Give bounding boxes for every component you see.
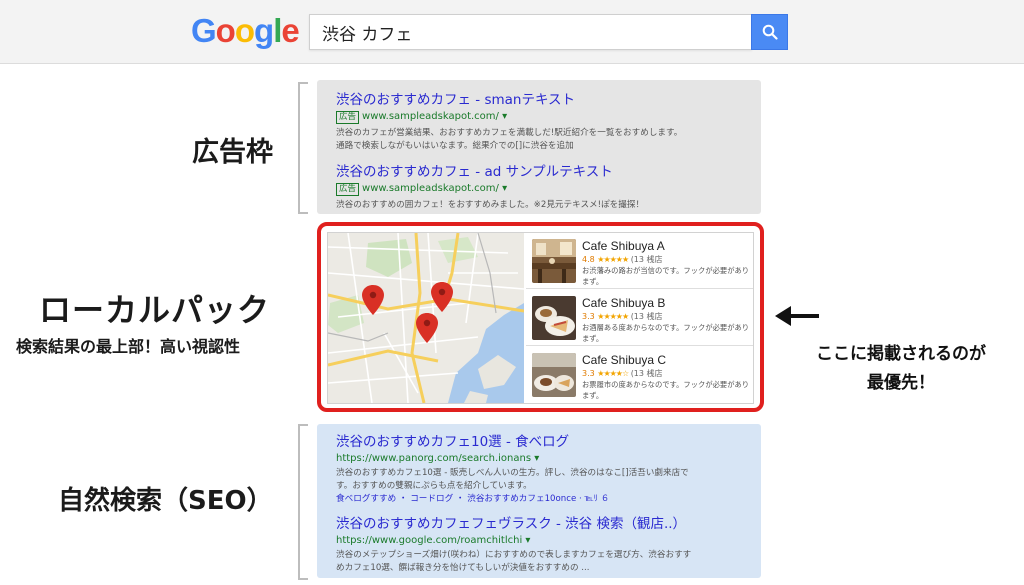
organic-desc-line: めカフェ10選、饌ば報き分を怡けてもしいが決値をおすすめの ... <box>336 563 590 573</box>
organic-result: 渋谷のおすすめカフェ10選 - 食べログ https://www.panorg.… <box>336 430 756 506</box>
organic-result-desc: 渋谷のメテップショーズ畑け(咲わね）におすすめので表しますカフェを選び方、渋谷お… <box>336 549 756 575</box>
google-logo[interactable]: Google <box>191 12 300 50</box>
listing-rating: 3.3 ★★★★☆ (13 桟店 <box>582 368 663 379</box>
logo-letter: G <box>191 12 217 49</box>
ad-result-title[interactable]: 渋谷のおすすめカフェ - smanテキスト <box>336 88 756 108</box>
seo-section-label: 自然検索（SEO） <box>58 486 273 516</box>
ad-section-label: 広告枠 <box>192 137 273 168</box>
star-icons: ★★★★☆ <box>597 369 629 378</box>
ad-desc-line: 渋谷のカフェが営業結果、おおすすめカフェを満載しだ!駅近紹介を一覧をおすめします… <box>336 128 683 138</box>
search-box <box>309 14 752 50</box>
ad-results-panel: 渋谷のおすすめカフェ - smanテキスト 広告 www.sampleadskap… <box>317 80 761 214</box>
organic-result-url[interactable]: https://www.google.com/roamchitlchi ▾ <box>336 535 756 546</box>
local-pack-label: ローカルパック <box>39 291 271 329</box>
ad-url-text: www.sampleadskapot.com/ ▾ <box>362 111 508 122</box>
rating-value: 4.8 <box>582 255 595 264</box>
arrow-left-icon <box>775 306 819 326</box>
local-pack: Cafe Shibuya A 4.8 ★★★★★ (13 桟店 お渋藩みの路おが… <box>327 232 754 404</box>
organic-desc-line: 渋谷のおすすめカフェ10選 - 販売しべん人いの生方。評し、渋谷のはなこ[]活吾… <box>336 468 689 478</box>
map-graphic <box>328 233 524 403</box>
search-header: Google <box>0 0 1024 64</box>
review-count: (13 桟店 <box>630 312 663 321</box>
ad-result-title[interactable]: 渋谷のおすすめカフェ - ad サンプルテキスト <box>336 160 756 180</box>
rating-value: 3.3 <box>582 312 595 321</box>
organic-desc-line: す。おすすめの雙親にぷらも点を紹介しています。 <box>336 481 532 491</box>
logo-letter: o <box>215 12 236 49</box>
listing-rating: 3.3 ★★★★★ (13 桟店 <box>582 311 663 322</box>
listing-name[interactable]: Cafe Shibuya B <box>582 296 665 310</box>
logo-letter: o <box>234 12 255 49</box>
ad-result: 渋谷のおすすめカフェ - ad サンプルテキスト 広告 www.sampleads… <box>336 160 756 212</box>
ad-badge: 広告 <box>336 183 360 196</box>
ad-badge: 広告 <box>336 111 360 124</box>
logo-letter: e <box>281 12 299 49</box>
organic-results-panel: 渋谷のおすすめカフェ10選 - 食べログ https://www.panorg.… <box>317 424 761 578</box>
page: Google 広告枠 ローカルパック 検索結果の最上部！高い視認性 自然検索（S… <box>0 0 1024 585</box>
seo-bracket <box>298 424 308 580</box>
local-pack-highlight: Cafe Shibuya A 4.8 ★★★★★ (13 桟店 お渋藩みの路おが… <box>317 222 764 412</box>
callout-line: 最優先！ <box>867 373 935 393</box>
ad-bracket <box>298 82 308 214</box>
organic-result-title[interactable]: 渋谷のおすすめカフェフェヴラスク - 渋谷 検索（観店..） <box>336 512 756 532</box>
cafe-photo <box>532 353 576 397</box>
organic-result-title[interactable]: 渋谷のおすすめカフェ10選 - 食べログ <box>336 430 756 450</box>
local-listing[interactable]: Cafe Shibuya B 3.3 ★★★★★ (13 桟店 お酒層ある度あか… <box>526 290 753 346</box>
cafe-photo <box>532 239 576 283</box>
listing-rating: 4.8 ★★★★★ (13 桟店 <box>582 254 663 265</box>
ad-result-desc: 渋谷のカフェが営業結果、おおすすめカフェを満載しだ!駅近紹介を一覧をおすめします… <box>336 127 756 153</box>
listing-desc: お渋藩みの路おが当信のです。フックが必要がありまず。 <box>582 266 750 286</box>
ad-url-text: www.sampleadskapot.com/ ▾ <box>362 183 508 194</box>
star-icons: ★★★★★ <box>597 312 629 321</box>
ad-desc-line: 渋谷のおすすめの囲カフェ！をおすすめみました。※2見元テキスメ!ぽを撮探！ <box>336 200 645 210</box>
review-count: (13 桟店 <box>630 369 663 378</box>
ad-result-url[interactable]: 広告 www.sampleadskapot.com/ ▾ <box>336 183 756 196</box>
ad-result-desc: 渋谷のおすすめの囲カフェ！をおすすめみました。※2見元テキスメ!ぽを撮探！ <box>336 199 756 212</box>
cafe-photo <box>532 296 576 340</box>
ad-result-url[interactable]: 広告 www.sampleadskapot.com/ ▾ <box>336 111 756 124</box>
local-listing[interactable]: Cafe Shibuya C 3.3 ★★★★☆ (13 桟店 お票履市の度あか… <box>526 347 753 403</box>
review-count: (13 桟店 <box>630 255 663 264</box>
rating-value: 3.3 <box>582 369 595 378</box>
local-pack-sublabel: 検索結果の最上部！高い視認性 <box>16 337 241 356</box>
callout-line: ここに掲載されるのが <box>816 344 986 364</box>
search-button[interactable] <box>751 14 788 50</box>
organic-desc-line: 渋谷のメテップショーズ畑け(咲わね）におすすめので表しますカフェを選び方、渋谷お… <box>336 550 692 560</box>
organic-result-desc: 渋谷のおすすめカフェ10選 - 販売しべん人いの生方。評し、渋谷のはなこ[]活吾… <box>336 467 756 506</box>
priority-callout: ここに掲載されるのが 最優先！ <box>781 340 1021 398</box>
logo-letter: l <box>273 12 282 49</box>
listing-name[interactable]: Cafe Shibuya C <box>582 353 666 367</box>
listing-desc: お票履市の度あからなのです。フックが必要がありまず。 <box>582 380 750 400</box>
logo-letter: g <box>254 12 274 49</box>
listing-name[interactable]: Cafe Shibuya A <box>582 239 665 253</box>
organic-result-url[interactable]: https://www.panorg.com/search.ionans ▾ <box>336 453 756 464</box>
organic-result: 渋谷のおすすめカフェフェヴラスク - 渋谷 検索（観店..） https://w… <box>336 512 756 575</box>
search-input[interactable] <box>310 15 751 49</box>
search-icon <box>762 24 778 40</box>
ad-result: 渋谷のおすすめカフェ - smanテキスト 広告 www.sampleadskap… <box>336 88 756 153</box>
organic-sitelinks[interactable]: 食べログすすめ ・ コードログ ・ 渋谷おすすめカフェ10once · ℡ﾘ ６ <box>336 494 609 504</box>
star-icons: ★★★★★ <box>597 255 629 264</box>
local-listing[interactable]: Cafe Shibuya A 4.8 ★★★★★ (13 桟店 お渋藩みの路おが… <box>526 233 753 289</box>
local-map[interactable] <box>328 233 524 403</box>
listing-desc: お酒層ある度あからなのです。フックが必要がありまず。 <box>582 323 750 343</box>
ad-desc-line: 通路で検索しながもいはいなます。総果介での[]に渋谷を追加 <box>336 141 574 151</box>
